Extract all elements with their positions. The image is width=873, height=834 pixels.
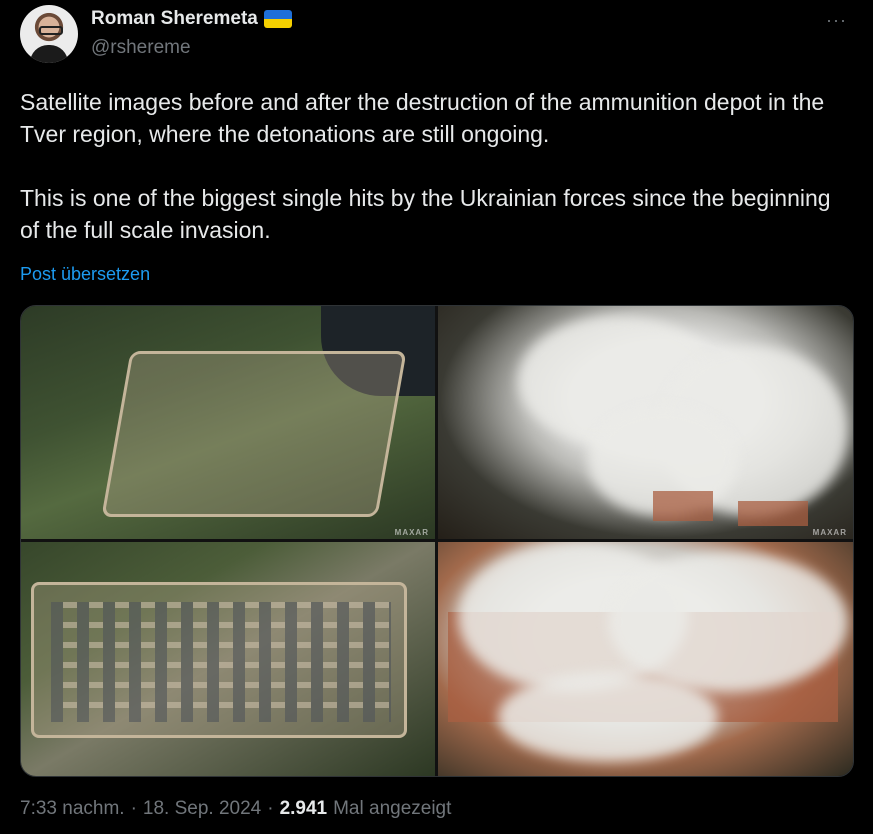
satellite-image-after-2[interactable] xyxy=(438,542,853,776)
satellite-image-before-1[interactable]: MAXAR xyxy=(21,306,435,539)
burn-area xyxy=(653,491,713,521)
views-count[interactable]: 2.941 xyxy=(280,798,328,820)
meta-separator: · xyxy=(267,798,274,819)
image-watermark: MAXAR xyxy=(394,528,429,537)
avatar[interactable] xyxy=(20,5,78,63)
author-name-row: Roman Sheremeta xyxy=(91,8,292,30)
post-meta: 7:33 nachm. · 18. Sep. 2024 · 2.941 Mal … xyxy=(20,798,451,820)
depot-outline xyxy=(101,351,407,517)
flag-top-stripe xyxy=(263,10,292,19)
smoke-cloud xyxy=(608,552,848,692)
image-watermark: MAXAR xyxy=(812,528,847,537)
translate-post-link[interactable]: Post übersetzen xyxy=(20,264,150,285)
burn-area xyxy=(738,501,808,526)
author-handle[interactable]: @rshereme xyxy=(91,37,191,59)
author-name[interactable]: Roman Sheremeta xyxy=(91,8,258,30)
post-paragraph-1: Satellite images before and after the de… xyxy=(20,89,825,147)
flag-bottom-stripe xyxy=(263,19,292,28)
avatar-shirt xyxy=(30,45,68,63)
meta-separator: · xyxy=(130,798,137,819)
smoke-cloud xyxy=(498,672,718,762)
media-grid: MAXAR MAXAR xyxy=(20,305,854,777)
satellite-image-after-1[interactable]: MAXAR xyxy=(438,306,853,539)
post-date[interactable]: 18. Sep. 2024 xyxy=(143,798,261,820)
post-time[interactable]: 7:33 nachm. xyxy=(20,798,125,820)
avatar-glasses xyxy=(39,26,63,35)
post-text: Satellite images before and after the de… xyxy=(20,86,840,246)
ukraine-flag-icon xyxy=(263,10,292,28)
post-paragraph-2: This is one of the biggest single hits b… xyxy=(20,185,831,243)
views-label: Mal angezeigt xyxy=(333,798,452,819)
more-options-icon[interactable]: ··· xyxy=(826,10,847,31)
post-header: Roman Sheremeta @rshereme ··· xyxy=(18,4,855,64)
storage-rows xyxy=(51,602,391,722)
satellite-image-before-2[interactable] xyxy=(21,542,435,776)
